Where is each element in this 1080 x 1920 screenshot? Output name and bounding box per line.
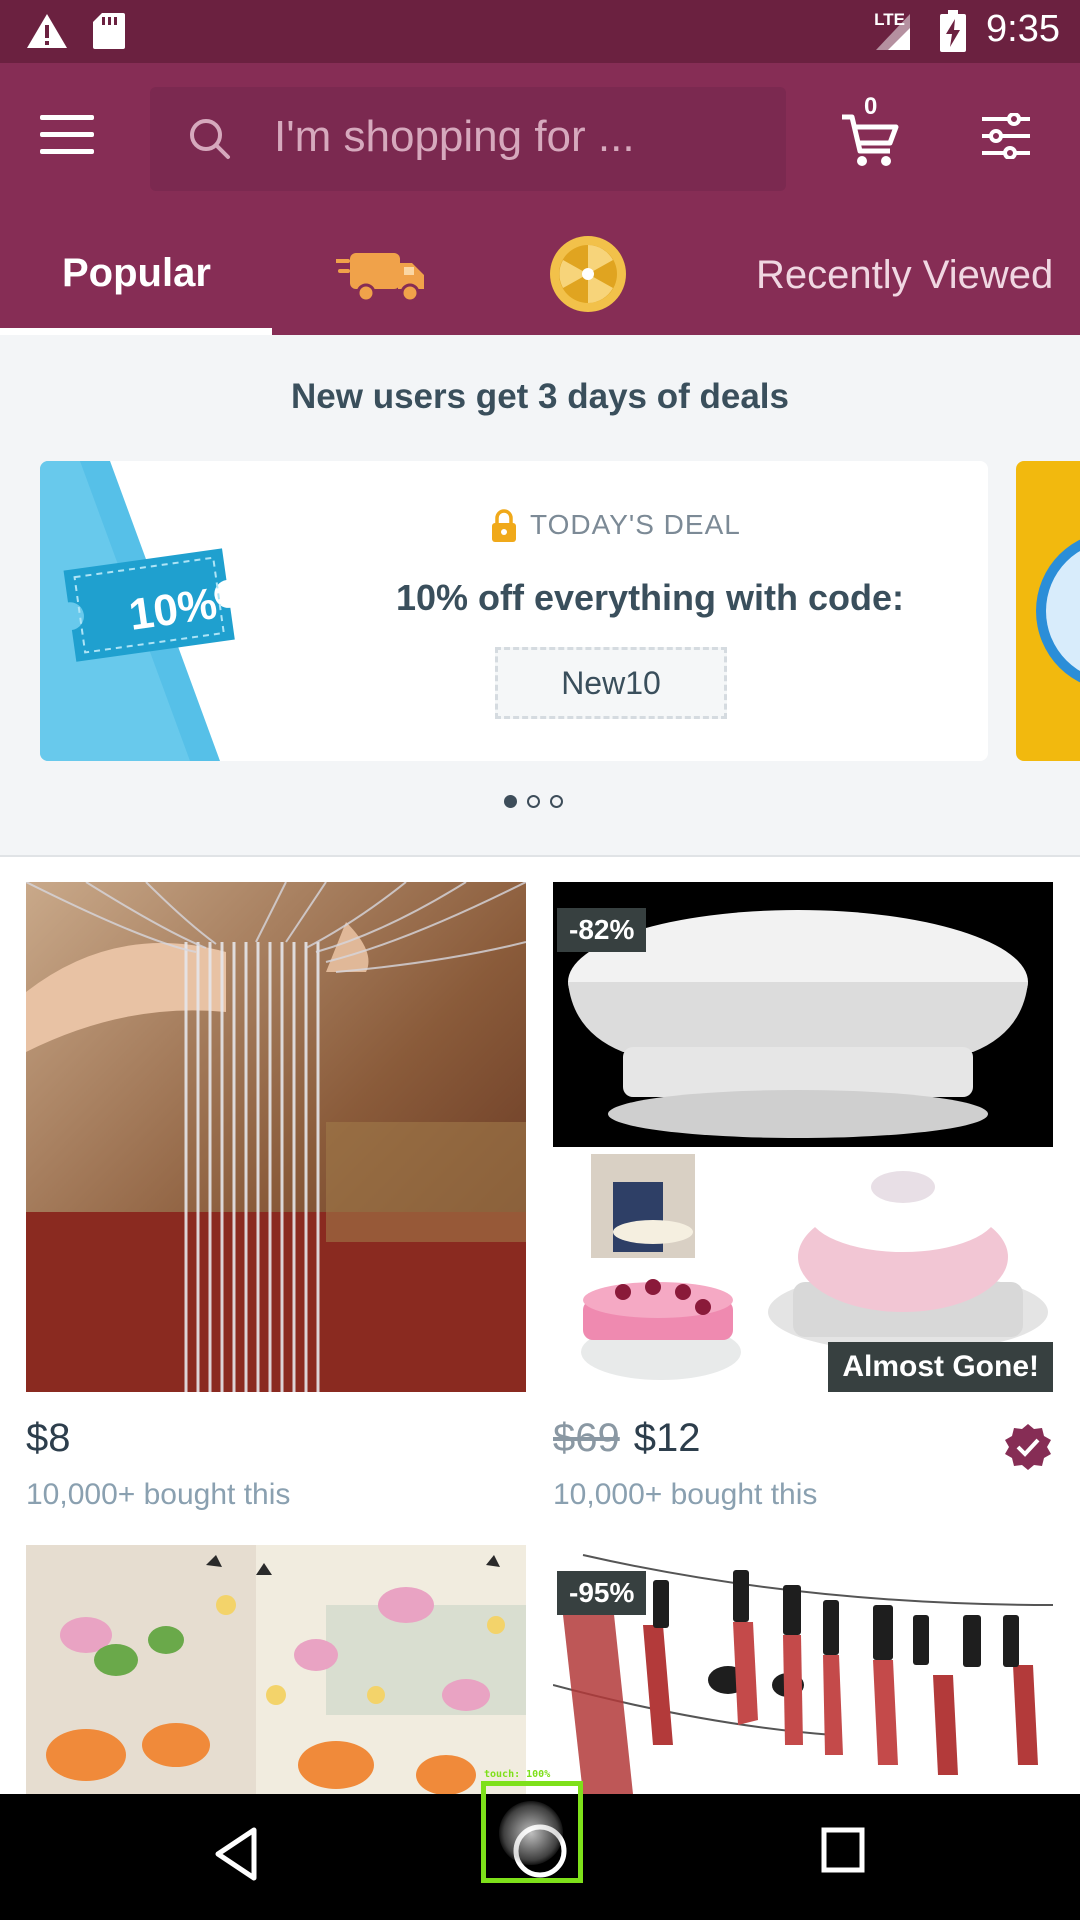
product-image xyxy=(26,1545,526,1794)
lock-icon xyxy=(492,509,516,542)
product-price: $69 $12 xyxy=(553,1416,701,1461)
product-card[interactable]: -95% xyxy=(553,1545,1053,1794)
promo-section: New users get 3 days of deals 10% TODAY'… xyxy=(0,335,1080,857)
deal-title: 10% off everything with code: xyxy=(395,577,905,618)
battery-charging-icon xyxy=(940,10,966,52)
cart-count: 0 xyxy=(864,93,878,120)
filter-icon[interactable] xyxy=(980,113,1032,159)
search-icon xyxy=(190,119,230,159)
product-card[interactable]: -82% Almost Gone! $69 $12 10,000+ bought … xyxy=(553,882,1053,1522)
discount-badge: -95% xyxy=(557,1571,647,1615)
carousel-indicator xyxy=(504,793,573,812)
tab-popular[interactable]: Popular xyxy=(0,213,272,335)
touch-indicator-label: touch: 100% xyxy=(484,1769,551,1780)
recents-icon[interactable] xyxy=(820,1826,866,1874)
warning-icon xyxy=(27,14,67,48)
product-image xyxy=(26,882,526,1392)
tab-recently-viewed-label: Recently Viewed xyxy=(756,253,1054,297)
discount-badge: -82% xyxy=(557,908,647,952)
next-card-art xyxy=(1036,539,1080,683)
prize-wheel-icon xyxy=(550,236,626,312)
tab-recently-viewed[interactable]: Recently Viewed xyxy=(730,213,1080,335)
carousel-dot xyxy=(550,795,563,808)
menu-button[interactable] xyxy=(40,115,94,155)
promo-code[interactable]: New10 xyxy=(495,647,727,719)
status-bar: LTE 9:35 xyxy=(0,0,1080,63)
product-image: -95% xyxy=(553,1545,1053,1794)
tab-selected-indicator xyxy=(0,328,272,335)
app-bar: I'm shopping for ... 0 xyxy=(0,63,1080,213)
verified-check-icon xyxy=(1005,1424,1051,1470)
product-price: $8 xyxy=(26,1416,71,1460)
product-image: -82% Almost Gone! xyxy=(553,882,1053,1392)
next-deal-card-peek[interactable] xyxy=(1016,461,1080,761)
product-card[interactable] xyxy=(26,1545,526,1794)
deal-tag: TODAY'S DEAL xyxy=(530,509,741,540)
back-icon[interactable] xyxy=(212,1824,260,1884)
bought-count: 10,000+ bought this xyxy=(26,1478,291,1511)
original-price: $69 xyxy=(553,1416,620,1460)
almost-gone-badge: Almost Gone! xyxy=(828,1342,1053,1392)
touch-indicator xyxy=(481,1781,583,1883)
product-card[interactable]: $8 10,000+ bought this xyxy=(26,882,526,1522)
tab-prize-wheel[interactable] xyxy=(520,213,660,335)
search-placeholder: I'm shopping for ... xyxy=(274,112,635,161)
clock: 9:35 xyxy=(986,8,1060,50)
tab-fast-shipping[interactable] xyxy=(300,213,460,335)
carousel-dot xyxy=(527,795,540,808)
deal-card[interactable]: 10% TODAY'S DEAL 10% off everything with… xyxy=(40,461,988,761)
tab-popular-label: Popular xyxy=(62,251,211,295)
promo-headline: New users get 3 days of deals xyxy=(291,377,789,416)
tab-bar: Popular Recently Viewed xyxy=(0,213,1080,335)
delivery-truck-icon xyxy=(336,253,424,303)
sale-price: $12 xyxy=(633,1416,701,1460)
cart-button[interactable]: 0 xyxy=(840,93,900,166)
signal-icon xyxy=(876,14,910,50)
search-bar[interactable]: I'm shopping for ... xyxy=(150,87,786,191)
carousel-dot xyxy=(504,795,517,808)
sd-card-icon xyxy=(93,13,125,49)
bought-count: 10,000+ bought this xyxy=(553,1478,818,1511)
